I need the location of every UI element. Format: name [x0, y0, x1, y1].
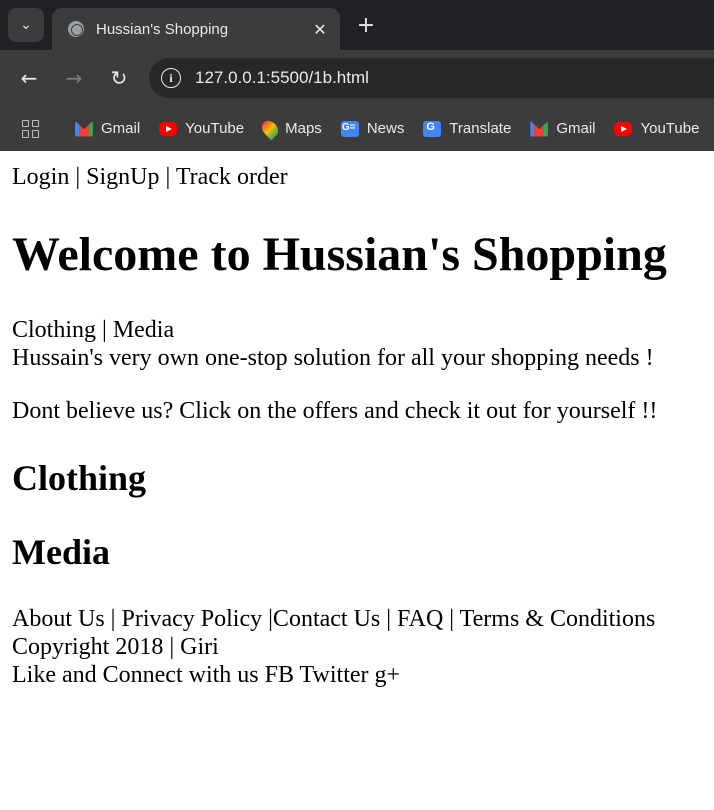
browser-toolbar: ← → ↻ i 127.0.0.1:5500/1b.html	[0, 50, 714, 106]
apps-grid-icon[interactable]	[22, 119, 39, 138]
account-links[interactable]: Login | SignUp | Track order	[12, 163, 702, 191]
section-heading-media: Media	[12, 532, 110, 572]
footer-links[interactable]: About Us | Privacy Policy |Contact Us | …	[12, 605, 702, 633]
gmail-icon	[530, 120, 549, 137]
category-links[interactable]: Clothing | Media	[12, 316, 702, 344]
section-heading-clothing: Clothing	[12, 458, 147, 498]
bookmark-label: YouTube	[640, 120, 700, 137]
address-bar[interactable]: i 127.0.0.1:5500/1b.html	[149, 58, 714, 98]
tab-bar: ⌄ Hussian's Shopping ✕ +	[0, 0, 714, 50]
tab-search-button[interactable]: ⌄	[8, 8, 44, 42]
browser-tab[interactable]: Hussian's Shopping ✕	[52, 8, 340, 50]
offer-text: Dont believe us? Click on the offers and…	[12, 398, 658, 424]
youtube-icon	[614, 121, 633, 136]
youtube-icon	[159, 121, 178, 136]
address-url[interactable]: 127.0.0.1:5500/1b.html	[195, 68, 369, 88]
bookmark-label: Gmail	[556, 120, 596, 137]
tab-title: Hussian's Shopping	[96, 20, 229, 38]
close-tab-icon[interactable]: ✕	[310, 20, 330, 39]
forward-button[interactable]: →	[59, 63, 89, 93]
news-icon	[340, 120, 359, 137]
page-content: Login | SignUp | Track order Welcome to …	[0, 163, 714, 689]
tagline-text: Hussain's very own one-stop solution for…	[12, 345, 654, 371]
gmail-icon	[75, 120, 93, 137]
translate-icon	[423, 120, 442, 137]
bookmark-news[interactable]: News	[340, 120, 405, 137]
bookmark-label: Gmail	[101, 120, 141, 137]
reload-button[interactable]: ↻	[104, 63, 134, 93]
maps-pin-icon	[258, 117, 282, 140]
bookmark-gmail-2[interactable]: Gmail	[530, 120, 595, 137]
copyright-text: Copyright 2018 | Giri	[12, 634, 219, 660]
bookmark-label: Translate	[449, 120, 512, 137]
bookmark-gmail[interactable]: Gmail	[75, 120, 140, 137]
page-title: Welcome to Hussian's Shopping	[12, 228, 667, 281]
site-info-icon[interactable]: i	[161, 68, 181, 88]
globe-icon	[68, 21, 84, 37]
bookmark-youtube-2[interactable]: YouTube	[614, 120, 699, 137]
bookmark-translate[interactable]: Translate	[423, 120, 511, 137]
new-tab-button[interactable]: +	[352, 10, 380, 40]
bookmark-label: YouTube	[185, 120, 245, 137]
bookmarks-bar: Gmail YouTube Maps News Translate Gmail …	[0, 106, 714, 151]
bookmark-youtube[interactable]: YouTube	[159, 120, 244, 137]
back-button[interactable]: ←	[14, 63, 44, 93]
social-links[interactable]: Like and Connect with us FB Twitter g+	[12, 661, 702, 689]
bookmark-maps[interactable]: Maps	[258, 117, 322, 140]
bookmark-label: News	[366, 120, 405, 137]
bookmark-label: Maps	[285, 120, 322, 137]
